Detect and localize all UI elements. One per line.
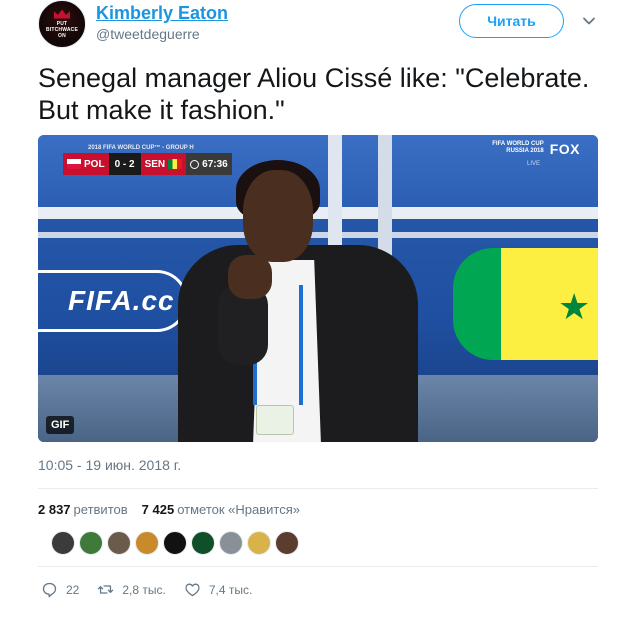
crown-icon: [54, 9, 70, 19]
tweet-actions: 22 2,8 тыс. 7,4 тыс.: [41, 581, 270, 598]
scoreboard-header: 2018 FIFA WORLD CUP™ - GROUP H: [88, 145, 194, 151]
event-line-1: FIFA WORLD CUP: [492, 141, 544, 147]
author-handle[interactable]: @tweetdeguerre: [96, 26, 200, 42]
senegal-flag-icon: [168, 159, 183, 169]
gif-badge: GIF: [46, 416, 75, 434]
event-logo: FIFA WORLD CUP RUSSIA 2018: [492, 141, 543, 155]
liker-avatar[interactable]: [247, 531, 271, 555]
retweets-label: ретвитов: [73, 502, 128, 517]
author-name[interactable]: Kimberly Eaton: [96, 3, 228, 24]
retweet-icon: [98, 585, 114, 594]
away-team-code: SEN: [144, 158, 166, 170]
home-team-code: POL: [84, 158, 105, 170]
poland-flag-icon: [67, 159, 81, 169]
flag-green-band: [453, 248, 501, 360]
chevron-down-icon[interactable]: [582, 14, 596, 28]
avatar-text-line-3: ON: [58, 32, 66, 39]
fifa-banner-text: FIFA.cc: [68, 285, 175, 316]
liker-avatar[interactable]: [51, 531, 75, 555]
retweet-button[interactable]: 2,8 тыс.: [97, 581, 166, 598]
reply-count: 22: [66, 582, 80, 597]
clock-icon: [190, 159, 200, 169]
divider: [38, 566, 598, 567]
liker-avatar[interactable]: [79, 531, 103, 555]
tweet-media-gif[interactable]: FIFA.cc ★ POL 0 - 2 SEN 67:36 2018 FIFA …: [38, 135, 598, 442]
likes-label: отметок «Нравится»: [177, 502, 300, 517]
broadcast-brand: FIFA WORLD CUP RUSSIA 2018 FOX LIVE: [492, 141, 580, 167]
tweet-stats: 2 837 ретвитов 7 425 отметок «Нравится»: [38, 502, 300, 517]
tweet-timestamp[interactable]: 10:05 - 19 июн. 2018 г.: [38, 457, 181, 473]
divider: [38, 488, 598, 489]
away-team: SEN: [140, 153, 187, 175]
reply-icon: [42, 582, 57, 598]
heart-icon: [185, 583, 200, 597]
like-button[interactable]: 7,4 тыс.: [184, 581, 252, 598]
like-count: 7,4 тыс.: [208, 582, 253, 597]
manager-fist: [228, 255, 272, 299]
liker-avatar[interactable]: [191, 531, 215, 555]
scoreboard: POL 0 - 2 SEN 67:36: [63, 153, 232, 175]
match-time-value: 67:36: [202, 158, 228, 170]
liker-avatar[interactable]: [275, 531, 299, 555]
event-line-2: RUSSIA 2018: [506, 148, 544, 154]
retweets-count: 2 837: [38, 502, 71, 517]
accreditation-badge: [256, 405, 294, 435]
tweet-text: Senegal manager Aliou Cissé like: "Celeb…: [38, 63, 590, 125]
live-label: LIVE: [526, 161, 540, 167]
liker-avatar[interactable]: [219, 531, 243, 555]
retweets-stat[interactable]: 2 837 ретвитов: [38, 502, 128, 517]
author-avatar[interactable]: PUT BITCHWACE ON: [38, 0, 86, 48]
likes-stat[interactable]: 7 425 отметок «Нравится»: [142, 502, 300, 517]
reply-button[interactable]: 22: [41, 581, 79, 598]
manager-head: [243, 170, 313, 262]
network-logo: FOX: [549, 141, 580, 157]
likers-avatars: [51, 531, 299, 555]
likes-count: 7 425: [141, 502, 175, 517]
stadium-rail-lower: [38, 232, 598, 238]
match-time: 67:36: [186, 153, 232, 175]
liker-avatar[interactable]: [135, 531, 159, 555]
score: 0 - 2: [108, 153, 141, 175]
liker-avatar[interactable]: [163, 531, 187, 555]
star-icon: ★: [558, 286, 591, 327]
home-team: POL: [63, 153, 109, 175]
follow-button[interactable]: Читать: [459, 4, 564, 38]
retweet-count: 2,8 тыс.: [122, 582, 166, 597]
liker-avatar[interactable]: [107, 531, 131, 555]
